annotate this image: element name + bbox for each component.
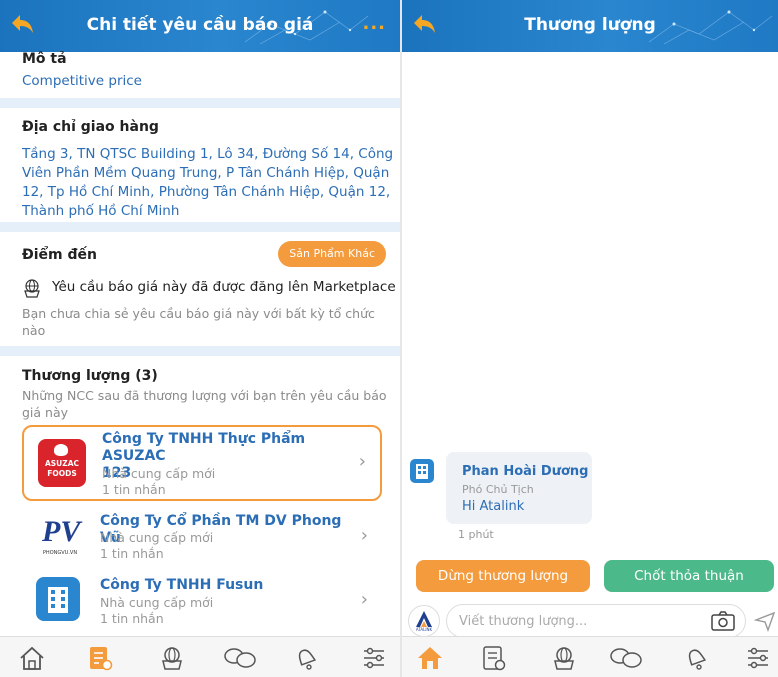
stop-negotiation-button[interactable]: Dừng thương lượng [416, 560, 590, 592]
section-divider [0, 98, 400, 108]
delivery-address: Tầng 3, TN QTSC Building 1, Lô 34, Đường… [22, 146, 394, 219]
close-deal-button[interactable]: Chốt thỏa thuận [604, 560, 774, 592]
atalink-logo: ATALINK [408, 605, 440, 637]
supplier-item-fusun[interactable]: Công Ty TNHH Fusun Nhà cung cấp mới 1 ti… [22, 573, 382, 633]
message-time: 1 phút [458, 528, 494, 541]
supplier-role: Nhà cung cấp mới [102, 466, 216, 481]
description-section: Mô tả Competitive price [0, 51, 400, 98]
description-value: Competitive price [22, 73, 142, 89]
message-sender-role: Phó Chủ Tịch [462, 483, 534, 496]
supplier-item-phongvu[interactable]: PV PHONGVU.VN Công Ty Cổ Phần TM DV Phon… [22, 507, 382, 567]
building-logo-icon [36, 577, 80, 621]
section-divider [0, 346, 400, 356]
notification-bell-icon[interactable] [292, 645, 320, 671]
page-title: Chi tiết yêu cầu báo giá [86, 15, 314, 35]
chevron-right-icon: › [358, 451, 366, 472]
negotiation-label: Thương lượng (3) [22, 368, 158, 384]
building-avatar-icon [410, 459, 434, 483]
page-title: Thương lượng [524, 15, 656, 35]
supplier-role: Nhà cung cấp mới [100, 530, 214, 545]
home-icon-active[interactable] [416, 645, 444, 671]
send-icon[interactable] [754, 610, 776, 632]
phongvu-logo: PV PHONGVU.VN [36, 513, 84, 561]
chevron-right-icon: › [360, 589, 368, 610]
asuzac-logo: ASUZAC FOODS [38, 439, 86, 487]
supplier-message-count: 1 tin nhắn [102, 482, 166, 497]
supplier-name: Công Ty TNHH Fusun [100, 577, 264, 593]
settings-sliders-icon[interactable] [360, 645, 388, 671]
other-products-button[interactable]: Sản Phẩm Khác [278, 241, 386, 267]
chat-icon[interactable] [222, 645, 258, 671]
message-sender: Phan Hoài Dương [462, 464, 589, 479]
bottom-tab-bar [0, 636, 400, 677]
bottom-tab-bar [402, 636, 778, 677]
globe-basket-icon [24, 279, 40, 298]
supplier-message-count: 1 tin nhắn [100, 546, 164, 561]
share-note: Bạn chưa chia sẻ yêu cầu báo giá này với… [22, 306, 375, 338]
composer-placeholder: Viết thương lượng... [459, 614, 588, 629]
delivery-section: Địa chỉ giao hàng Tầng 3, TN QTSC Buildi… [0, 108, 400, 222]
destination-label: Điểm đến [22, 247, 97, 263]
marketplace-icon[interactable] [550, 645, 578, 671]
quote-list-icon-active[interactable] [86, 645, 114, 671]
settings-sliders-icon[interactable] [744, 645, 772, 671]
message-text: Hi Atalink [462, 499, 525, 514]
home-icon[interactable] [18, 645, 46, 671]
more-icon[interactable]: ... [362, 13, 386, 34]
supplier-role: Nhà cung cấp mới [100, 595, 214, 610]
negotiation-message-input[interactable]: Viết thương lượng... [446, 604, 746, 638]
negotiation-chat-screen: Thương lượng Phan Hoài Dương Phó Chủ Tịc… [402, 0, 778, 677]
supplier-item-asuzac[interactable]: ASUZAC FOODS Công Ty TNHH Thực Phẩm ASUZ… [22, 425, 382, 501]
header-bar: Thương lượng [402, 0, 778, 52]
marketplace-status: Yêu cầu báo giá này đã được đăng lên Mar… [52, 279, 396, 295]
message-bubble: Phan Hoài Dương Phó Chủ Tịch Hi Atalink [446, 452, 592, 524]
quote-detail-screen: Chi tiết yêu cầu báo giá ... Mô tả Compe… [0, 0, 400, 677]
notification-bell-icon[interactable] [682, 645, 710, 671]
negotiation-note: Những NCC sau đã thương lượng với bạn tr… [22, 388, 387, 420]
supplier-message-count: 1 tin nhắn [100, 611, 164, 626]
quote-list-icon[interactable] [480, 645, 508, 671]
delivery-label: Địa chỉ giao hàng [22, 119, 159, 135]
section-divider [0, 222, 400, 232]
chevron-right-icon: › [360, 525, 368, 546]
description-label: Mô tả [22, 51, 67, 67]
camera-icon[interactable] [711, 611, 735, 631]
header-bar: Chi tiết yêu cầu báo giá ... [0, 0, 400, 52]
chat-icon[interactable] [608, 645, 644, 671]
marketplace-icon[interactable] [158, 645, 186, 671]
